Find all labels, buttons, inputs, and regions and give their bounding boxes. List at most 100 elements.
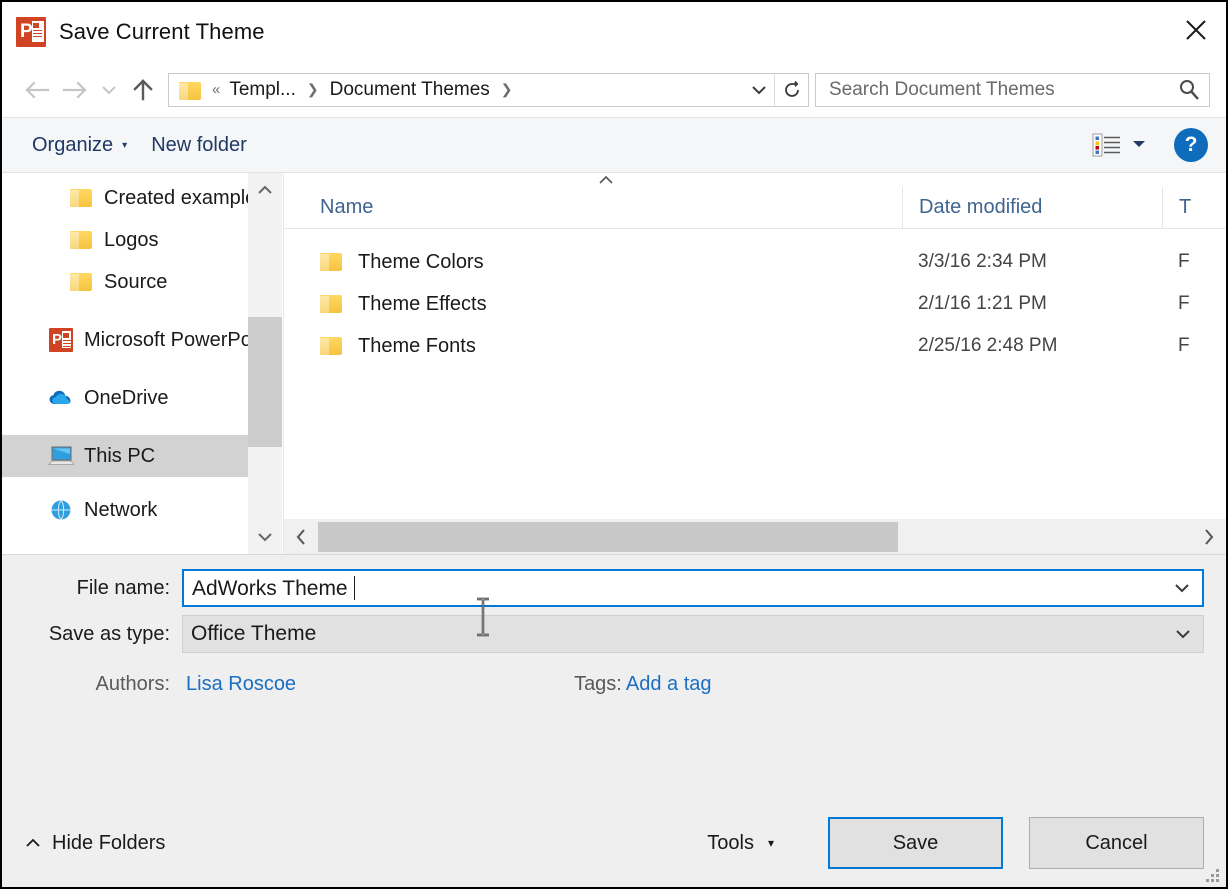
file-date-cell: 2/25/16 2:48 PM <box>902 335 1162 357</box>
file-name-label: Theme Effects <box>358 293 487 316</box>
hide-folders-label: Hide Folders <box>52 832 165 855</box>
resize-grip[interactable] <box>1206 869 1220 883</box>
sidebar-gap-4 <box>2 477 282 489</box>
forward-arrow-icon <box>62 79 88 101</box>
scroll-down-button[interactable] <box>248 520 282 554</box>
save-theme-dialog: P Save Current Theme <box>2 2 1226 887</box>
refresh-icon <box>782 80 802 100</box>
file-type-cell: F <box>1162 335 1226 357</box>
recent-locations-button[interactable] <box>94 71 124 109</box>
breadcrumb-separator-trailing[interactable]: ❯ <box>492 81 522 98</box>
this-pc-icon <box>48 443 74 469</box>
breadcrumb-separator[interactable]: ❯ <box>298 81 328 98</box>
scroll-right-button[interactable] <box>1192 519 1226 555</box>
scroll-left-button[interactable] <box>284 519 318 555</box>
file-type-cell: F <box>1162 251 1226 273</box>
scrollbar-track[interactable] <box>248 207 282 520</box>
sidebar-item-label: Created example <box>104 187 256 210</box>
sidebar-item-logos[interactable]: Logos <box>2 219 282 261</box>
breadcrumb-segment-templates[interactable]: Templ... <box>227 79 298 101</box>
file-list-pane: Name Date modified T Theme Colors 3/3/16… <box>283 173 1226 554</box>
breadcrumb-overflow[interactable]: « <box>205 82 227 97</box>
sidebar-gap-2 <box>2 361 282 377</box>
help-button[interactable]: ? <box>1174 128 1208 162</box>
sidebar-item-created-example[interactable]: Created example <box>2 177 282 219</box>
chevron-down-icon <box>1173 582 1191 594</box>
file-name-value: AdWorks Theme <box>192 577 348 600</box>
save-as-type-dropdown-button[interactable] <box>1163 616 1203 652</box>
hide-folders-button[interactable]: Hide Folders <box>24 832 165 855</box>
save-button[interactable]: Save <box>828 817 1003 869</box>
file-name-combobox[interactable]: AdWorks Theme <box>182 569 1204 607</box>
change-view-button[interactable] <box>1088 128 1126 162</box>
sidebar-item-label: Logos <box>104 229 159 252</box>
scrollbar-thumb[interactable] <box>248 317 282 447</box>
file-name-cell: Theme Effects <box>284 293 902 316</box>
folder-icon <box>320 337 342 355</box>
chevron-down-icon <box>257 531 273 543</box>
table-row[interactable]: Theme Effects 2/1/16 1:21 PM F <box>284 283 1226 325</box>
folder-icon <box>68 227 94 253</box>
column-header-name[interactable]: Name <box>284 187 902 228</box>
change-view-dropdown[interactable] <box>1126 132 1156 158</box>
close-button[interactable] <box>1166 2 1226 58</box>
chevron-up-icon <box>257 184 273 196</box>
folder-icon <box>320 253 342 271</box>
file-name-input[interactable]: AdWorks Theme <box>184 576 1162 601</box>
command-toolbar: Organize ▾ New folder ? <box>2 117 1226 173</box>
table-row[interactable]: Theme Fonts 2/25/16 2:48 PM F <box>284 325 1226 367</box>
window-title: Save Current Theme <box>59 19 265 45</box>
refresh-button[interactable] <box>774 74 808 106</box>
breadcrumb[interactable]: « Templ... ❯ Document Themes ❯ <box>168 73 809 107</box>
cancel-label: Cancel <box>1085 832 1147 855</box>
search-box[interactable] <box>815 73 1210 107</box>
dialog-body: Created example Logos Source <box>2 173 1226 554</box>
sidebar-item-label: Network <box>84 499 157 522</box>
breadcrumb-dropdown-button[interactable] <box>744 74 774 106</box>
sidebar-item-this-pc[interactable]: This PC <box>2 435 282 477</box>
sidebar-item-onedrive[interactable]: OneDrive <box>2 377 282 419</box>
globe-icon <box>49 498 73 522</box>
network-icon <box>48 497 74 523</box>
chevron-left-icon <box>294 528 308 546</box>
authors-value[interactable]: Lisa Roscoe <box>182 673 296 696</box>
horizontal-scrollbar-thumb[interactable] <box>318 522 898 552</box>
search-input[interactable] <box>829 79 1177 101</box>
horizontal-scrollbar-track[interactable] <box>318 522 1192 552</box>
table-row[interactable]: Theme Colors 3/3/16 2:34 PM F <box>284 241 1226 283</box>
save-as-type-row: Save as type: Office Theme <box>24 615 1204 653</box>
onedrive-icon <box>48 385 74 411</box>
file-name-cell: Theme Fonts <box>284 335 902 358</box>
new-folder-label: New folder <box>151 134 247 157</box>
back-button[interactable] <box>18 71 56 109</box>
breadcrumb-segment-document-themes[interactable]: Document Themes <box>328 79 492 101</box>
new-folder-button[interactable]: New folder <box>139 130 259 161</box>
up-button[interactable] <box>124 71 162 109</box>
sidebar-item-source[interactable]: Source <box>2 261 282 303</box>
save-as-type-label: Save as type: <box>24 623 182 646</box>
organize-label: Organize <box>32 134 113 157</box>
sidebar-scrollbar[interactable] <box>248 173 282 554</box>
file-name-dropdown-button[interactable] <box>1162 571 1202 605</box>
text-cursor <box>354 576 355 600</box>
tags-value[interactable]: Add a tag <box>622 673 712 696</box>
save-form: File name: AdWorks Theme Save as type: O… <box>2 554 1226 799</box>
file-list-horizontal-scrollbar[interactable] <box>284 518 1226 554</box>
save-as-type-combobox[interactable]: Office Theme <box>182 615 1204 653</box>
column-header-date-modified[interactable]: Date modified <box>902 187 1162 228</box>
sidebar-item-microsoft-powerpoint[interactable]: P Microsoft PowerPo <box>2 319 282 361</box>
computer-icon <box>48 445 74 467</box>
column-header-type[interactable]: T <box>1162 187 1226 228</box>
title-bar: P Save Current Theme <box>2 2 1226 62</box>
scroll-up-button[interactable] <box>248 173 282 207</box>
powerpoint-icon: P <box>48 327 74 353</box>
close-icon <box>1184 18 1208 42</box>
cancel-button[interactable]: Cancel <box>1029 817 1204 869</box>
sidebar-list: Created example Logos Source <box>2 173 282 531</box>
sidebar-item-network[interactable]: Network <box>2 489 282 531</box>
organize-button[interactable]: Organize ▾ <box>20 130 139 161</box>
forward-button[interactable] <box>56 71 94 109</box>
sidebar-gap <box>2 303 282 319</box>
tools-button[interactable]: Tools ▾ <box>693 824 788 863</box>
folder-icon <box>320 295 342 313</box>
